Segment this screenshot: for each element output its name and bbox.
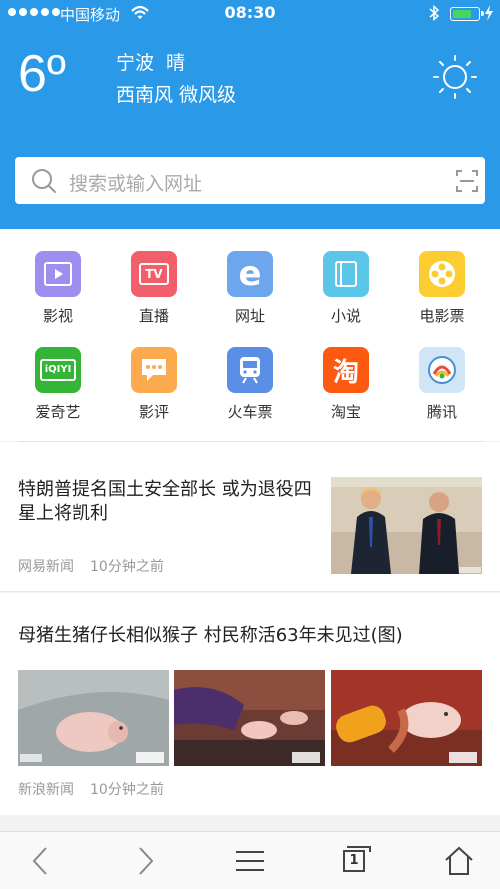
video-icon	[35, 251, 81, 297]
status-bar: 中国移动 08:30	[0, 0, 500, 28]
tencent-news-icon	[419, 347, 465, 393]
shortcut-label: 直播	[138, 307, 169, 325]
news-source: 网易新闻	[18, 559, 74, 575]
shortcut-sites[interactable]: e 网址	[202, 251, 298, 341]
bottom-toolbar: 1	[0, 831, 500, 889]
weather-location: 宁波晴	[116, 48, 197, 75]
forward-icon[interactable]	[128, 844, 162, 878]
news-meta: 新浪新闻 10分钟之前	[18, 779, 180, 799]
news-item[interactable]: 特朗普提名国土安全部长 或为退役四星上将凯利 网易新闻 10分钟之前	[0, 452, 500, 592]
header: 中国移动 08:30 6º 宁波晴 西南风 微风级 搜索或输入网址	[0, 0, 500, 229]
iqiyi-icon: iQIYI	[35, 347, 81, 393]
e-glyph: e	[238, 254, 262, 294]
temperature: 6º	[18, 45, 66, 103]
shortcut-train[interactable]: 火车票	[202, 347, 298, 437]
shortcut-review[interactable]: 影评	[106, 347, 202, 437]
search-icon	[32, 169, 56, 193]
iqiyi-text: iQIYI	[40, 359, 76, 381]
news-title[interactable]: 特朗普提名国土安全部长 或为退役四星上将凯利	[18, 478, 318, 526]
weather-condition: 晴	[166, 52, 186, 74]
news-photo[interactable]	[18, 670, 169, 766]
shortcut-video[interactable]: 影视	[10, 251, 106, 341]
shortcut-label: 爱奇艺	[35, 403, 81, 421]
shortcut-label: 电影票	[419, 307, 465, 325]
scan-icon[interactable]	[455, 169, 479, 193]
book-icon	[323, 251, 369, 297]
wind-info: 西南风 微风级	[116, 80, 242, 107]
search-bar[interactable]: 搜索或输入网址	[15, 157, 485, 204]
tabs-icon[interactable]: 1	[343, 846, 371, 872]
wind-level: 微风级	[179, 84, 237, 106]
shortcut-label: 火车票	[227, 403, 273, 421]
train-icon	[227, 347, 273, 393]
search-input[interactable]: 搜索或输入网址	[69, 169, 202, 196]
news-time: 10分钟之前	[90, 782, 164, 798]
back-icon[interactable]	[24, 844, 58, 878]
charging-icon	[485, 5, 493, 21]
news-meta: 网易新闻 10分钟之前	[18, 556, 180, 576]
tv-icon-text: TV	[139, 263, 169, 285]
shortcut-grid: 影视 TV 直播 e 网址 小说 电影票 iQIYI 爱奇艺 影评 火车票 淘 …	[0, 229, 500, 441]
news-photo[interactable]	[174, 670, 325, 766]
shortcut-label: 腾讯	[426, 403, 457, 421]
home-icon[interactable]	[442, 844, 476, 878]
tv-icon: TV	[131, 251, 177, 297]
news-title[interactable]: 母猪生猪仔长相似猴子 村民称活63年未见过(图)	[18, 621, 403, 647]
shortcut-live[interactable]: TV 直播	[106, 251, 202, 341]
shortcut-label: 影视	[42, 307, 73, 325]
browser-e-icon: e	[227, 251, 273, 297]
news-source: 新浪新闻	[18, 782, 74, 798]
shortcut-taobao[interactable]: 淘 淘宝	[298, 347, 394, 437]
shortcut-label: 网址	[234, 307, 265, 325]
taobao-glyph: 淘	[332, 357, 359, 388]
shortcut-tencent[interactable]: 腾讯	[394, 347, 490, 437]
news-time: 10分钟之前	[90, 559, 164, 575]
shortcut-movie-ticket[interactable]: 电影票	[394, 251, 490, 341]
comment-icon	[131, 347, 177, 393]
news-item[interactable]: 母猪生猪仔长相似猴子 村民称活63年未见过(图) 新浪新闻 10分钟之前	[0, 593, 500, 815]
film-reel-icon	[419, 251, 465, 297]
city-name: 宁波	[116, 52, 155, 74]
battery-icon	[450, 7, 484, 21]
sun-icon[interactable]	[432, 54, 478, 100]
shortcut-novel[interactable]: 小说	[298, 251, 394, 341]
shortcut-iqiyi[interactable]: iQIYI 爱奇艺	[10, 347, 106, 437]
shortcut-label: 影评	[138, 403, 169, 421]
menu-icon[interactable]	[233, 844, 267, 878]
bluetooth-icon	[429, 4, 440, 22]
clock: 08:30	[224, 3, 276, 22]
shortcut-label: 小说	[330, 307, 361, 325]
wind-direction: 西南风	[116, 84, 174, 106]
taobao-icon: 淘	[323, 347, 369, 393]
shortcut-label: 淘宝	[330, 403, 361, 421]
divider	[18, 441, 482, 442]
news-photo[interactable]	[331, 670, 482, 766]
news-photo[interactable]	[331, 477, 482, 574]
